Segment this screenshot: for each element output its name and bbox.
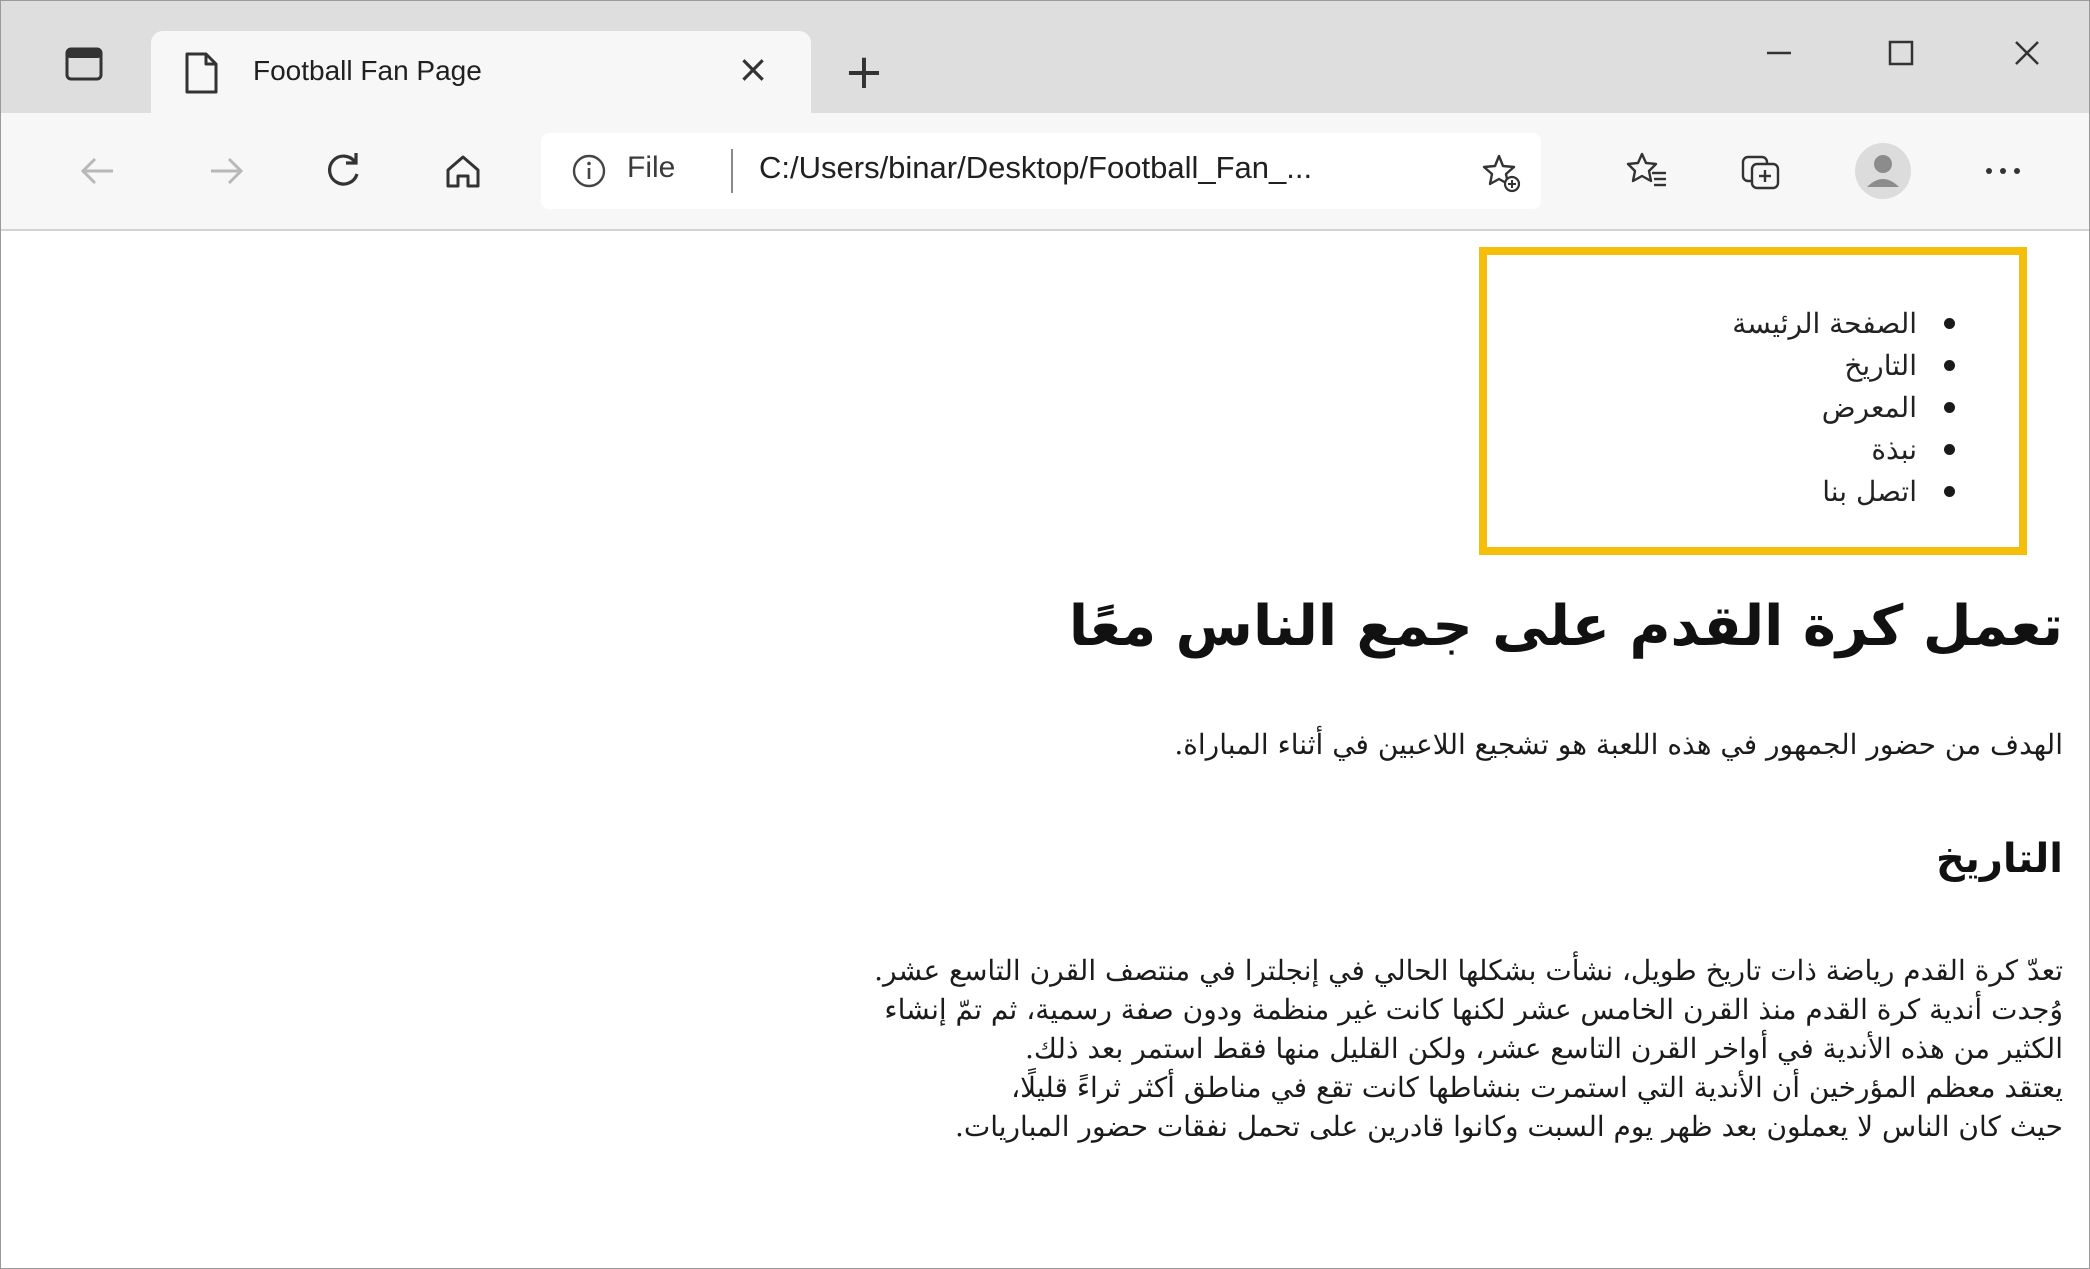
browser-toolbar: File C:/Users/binar/Desktop/Football_Fan…	[1, 113, 2089, 231]
tab-close-button[interactable]: ×	[733, 49, 773, 89]
history-line: يعتقد معظم المؤرخين أن الأندية التي استم…	[1011, 1071, 2063, 1104]
close-icon[interactable]	[1987, 21, 2067, 85]
new-tab-button[interactable]: +	[839, 47, 889, 97]
maximize-icon[interactable]	[1861, 21, 1941, 85]
address-bar[interactable]: File C:/Users/binar/Desktop/Football_Fan…	[541, 133, 1541, 209]
nav-item[interactable]: الصفحة الرئيسة	[1732, 303, 1959, 345]
history-line: الكثير من هذه الأندية في أواخر القرن الت…	[1024, 1032, 2063, 1065]
collections-icon[interactable]	[1731, 141, 1791, 201]
page-heading: تعمل كرة القدم على جمع الناس معًا	[1068, 594, 2063, 659]
bullet-icon	[1944, 360, 1955, 371]
bullet-icon	[1944, 318, 1955, 329]
favorites-icon[interactable]	[1617, 141, 1677, 201]
nav-link[interactable]: المعرض	[1822, 391, 1917, 424]
history-line: وُجدت أندية كرة القدم منذ القرن الخامس ع…	[884, 993, 2063, 1026]
bullet-icon	[1944, 486, 1955, 497]
nav-list: الصفحة الرئيسة التاريخ المعرض نبذة اتصل بنا	[1732, 303, 1959, 513]
nav-item[interactable]: التاريخ	[1732, 345, 1959, 387]
tab-title: Football Fan Page	[253, 55, 482, 86]
history-line: تعدّ كرة القدم رياضة ذات تاريخ طويل، نشأ…	[874, 954, 2063, 987]
bullet-icon	[1944, 444, 1955, 455]
bullet-icon	[1944, 402, 1955, 413]
nav-link[interactable]: نبذة	[1871, 433, 1917, 466]
forward-arrow-icon[interactable]	[197, 141, 257, 201]
profile-avatar-icon[interactable]	[1853, 141, 1913, 201]
nav-link[interactable]: الصفحة الرئيسة	[1732, 307, 1917, 340]
minimize-icon[interactable]	[1739, 21, 1819, 85]
address-separator	[731, 149, 733, 193]
active-tab[interactable]: Football Fan Page ×	[151, 31, 811, 113]
back-arrow-icon[interactable]	[67, 141, 127, 201]
history-line: حيث كان الناس لا يعملون بعد ظهر يوم السب…	[954, 1110, 2063, 1143]
home-icon[interactable]	[433, 141, 493, 201]
intro-paragraph: الهدف من حضور الجمهور في هذه اللعبة هو ت…	[1174, 728, 2063, 761]
browser-window: Football Fan Page × + File C:/Users/bina…	[0, 0, 2090, 1269]
nav-link[interactable]: التاريخ	[1844, 349, 1917, 382]
nav-item[interactable]: المعرض	[1732, 387, 1959, 429]
history-paragraph: تعدّ كرة القدم رياضة ذات تاريخ طويل، نشأ…	[73, 951, 2063, 1146]
more-icon[interactable]	[1973, 141, 2033, 201]
nav-item[interactable]: اتصل بنا	[1732, 471, 1959, 513]
scheme-label: File	[627, 151, 676, 184]
history-heading: التاريخ	[1936, 836, 2063, 882]
page-icon	[181, 51, 221, 95]
add-favorite-icon[interactable]	[1479, 151, 1523, 195]
nav-item[interactable]: نبذة	[1732, 429, 1959, 471]
nav-link[interactable]: اتصل بنا	[1822, 475, 1917, 508]
nav-highlight-box: الصفحة الرئيسة التاريخ المعرض نبذة اتصل بنا	[1479, 247, 2027, 555]
tab-actions-icon[interactable]	[53, 33, 115, 95]
page-content: الصفحة الرئيسة التاريخ المعرض نبذة اتصل بنا …	[1, 231, 2089, 1268]
tab-strip: Football Fan Page × +	[1, 1, 2089, 113]
refresh-icon[interactable]	[313, 141, 373, 201]
url-field[interactable]: C:/Users/binar/Desktop/Football_Fan_...	[759, 150, 1312, 186]
article: تعمل كرة القدم على جمع الناس معًا الهدف …	[73, 587, 2063, 1146]
info-icon[interactable]	[571, 153, 607, 189]
